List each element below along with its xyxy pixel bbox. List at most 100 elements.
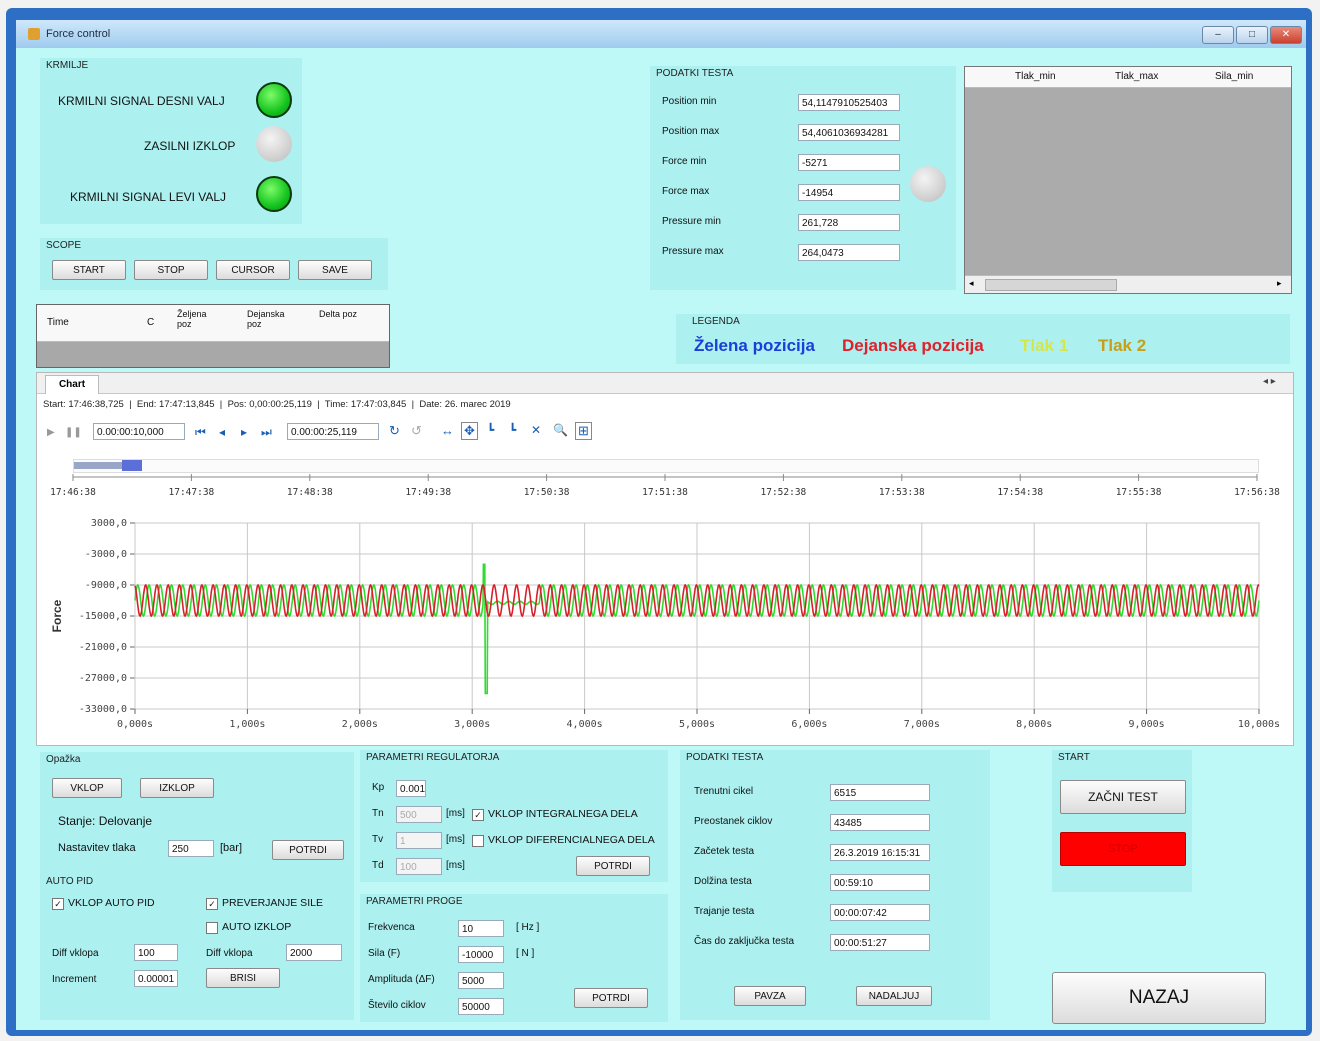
sila-unit: [ N ] [516,948,535,959]
cross-icon[interactable]: ✕ [531,423,541,437]
podatki-top-value[interactable]: 261,728 [798,214,900,231]
podatki-top-title: PODATKI TESTA [656,68,734,79]
diferencial-checkbox[interactable] [472,835,484,847]
scroll-right-icon[interactable]: ▸ [1277,278,1282,289]
reset-icon[interactable]: ↺ [411,423,422,439]
zacni-test-button[interactable]: ZAČNI TEST [1060,780,1186,814]
maximize-button[interactable]: □ [1236,26,1268,44]
axis-x-icon[interactable]: ┗ [487,423,494,437]
overview-tick-label: 17:48:38 [287,487,333,498]
podatki-bottom-label: Trajanje testa [694,906,755,917]
proga-potrdi-button[interactable]: POTRDI [574,988,648,1008]
preverjanje-checkbox[interactable]: ✓ [206,898,218,910]
vklop-auto-checkbox[interactable]: ✓ [52,898,64,910]
col-zeljena: Željena poz [177,309,207,329]
start-title: START [1058,752,1090,763]
podatki-top-value[interactable]: 54,4061036934281 [798,124,900,141]
x-tick-label: 4,000s [567,719,603,730]
kp-input[interactable]: 0.001 [396,780,426,797]
overview-tick-label: 17:47:38 [169,487,215,498]
podatki-top-value[interactable]: -14954 [798,184,900,201]
scope-save-button[interactable]: SAVE [298,260,372,280]
nastavitev-input[interactable]: 250 [168,840,214,857]
zoom-icon[interactable]: 🔍 [553,423,568,437]
podatki-top-value[interactable]: -5271 [798,154,900,171]
scope-cursor-button[interactable]: CURSOR [216,260,290,280]
close-button[interactable]: ✕ [1270,26,1302,44]
diff-vklopa2-input[interactable]: 2000 [286,944,342,961]
play-icon[interactable]: ▶ [47,427,55,438]
podatki-bottom-value[interactable]: 00:59:10 [830,874,930,891]
scope-stop-button[interactable]: STOP [134,260,208,280]
podatki-bottom-value[interactable]: 26.3.2019 16:15:31 [830,844,930,861]
podatki-bottom-value[interactable]: 6515 [830,784,930,801]
horizontal-scrollbar[interactable]: ◂ ▸ [965,275,1291,293]
scroll-left-icon[interactable]: ◂ [969,278,974,289]
podatki-bottom-label: Trenutni cikel [694,786,754,797]
auto-izklop-checkbox[interactable] [206,922,218,934]
scroll-thumb[interactable] [985,279,1117,291]
increment-label: Increment [52,974,97,985]
cursor-table[interactable]: Time C Željena poz Dejanska poz Delta po… [36,304,390,368]
increment-input[interactable]: 0.00001 [134,970,178,987]
date-value: 26. marec 2019 [444,399,511,410]
autopid-group: AUTO PID ✓ VKLOP AUTO PID ✓ PREVERJANJE … [40,874,354,1020]
nadaljuj-button[interactable]: NADALJUJ [856,986,932,1006]
axis-y-icon[interactable]: ┗ [509,423,516,437]
integral-checkbox[interactable]: ✓ [472,809,484,821]
izklop-button[interactable]: IZKLOP [140,778,214,798]
podatki-top-value[interactable]: 54,1147910525403 [798,94,900,111]
pavza-button[interactable]: PAVZA [734,986,806,1006]
vklop-button[interactable]: VKLOP [52,778,122,798]
prev-icon[interactable]: ◂ [219,425,225,439]
td-input[interactable]: 100 [396,858,442,875]
overview-tick-label: 17:54:38 [997,487,1043,498]
diferencial-label: VKLOP DIFERENCIALNEGA DELA [488,834,655,846]
col-tlak-max: Tlak_max [1115,71,1159,82]
frekvenca-input[interactable]: 10 [458,920,504,937]
first-icon[interactable]: ⏮ [195,425,206,440]
force-chart[interactable]: 3000,0 -3000,0 -9000,0 -15000,0 -21000,0 -270… [37,509,1293,743]
pos-input[interactable]: 0.00:00:25,119 [287,423,379,440]
opazka-potrdi-button[interactable]: POTRDI [272,840,344,860]
podatki-bottom-label: Začetek testa [694,846,755,857]
nazaj-button[interactable]: NAZAJ [1052,972,1266,1024]
podatki-bottom-value[interactable]: 43485 [830,814,930,831]
next-icon[interactable]: ▸ [241,425,247,439]
move-icon[interactable]: ✥ [461,422,478,440]
podatki-bottom-value[interactable]: 00:00:51:27 [830,934,930,951]
overview-track[interactable] [73,459,1259,473]
minimize-button[interactable]: – [1202,26,1234,44]
regulator-potrdi-button[interactable]: POTRDI [576,856,650,876]
sila-input[interactable]: -10000 [458,946,504,963]
tn-input[interactable]: 500 [396,806,442,823]
col-time: Time [47,317,69,328]
chart-tab[interactable]: Chart [45,375,99,394]
data-grid-header: Tlak_min Tlak_max Sila_min [965,67,1291,88]
data-grid[interactable]: Tlak_min Tlak_max Sila_min ◂ ▸ [964,66,1292,294]
signal-right-label: KRMILNI SIGNAL DESNI VALJ [58,94,225,108]
overview-handle[interactable] [122,460,142,471]
scope-start-button[interactable]: START [52,260,126,280]
amplituda-input[interactable]: 5000 [458,972,504,989]
overview-tick-label: 17:46:38 [50,487,96,498]
podatki-bottom-value[interactable]: 00:00:07:42 [830,904,930,921]
diff-vklopa-input[interactable]: 100 [134,944,178,961]
span-input[interactable]: 0.00:00:10,000 [93,423,185,440]
legend-zeljena: Želena pozicija [694,336,815,355]
fit-icon[interactable]: ⊞ [575,422,592,440]
tab-scroll-icon[interactable]: ◂ ▸ [1263,376,1276,387]
tv-input[interactable]: 1 [396,832,442,849]
refresh-icon[interactable]: ↻ [389,423,400,439]
col-c: C [147,317,155,328]
pan-icon[interactable]: ↔ [441,423,454,438]
pause-icon[interactable]: ❚❚ [65,427,82,438]
col-dejanska: Dejanska poz [247,309,285,329]
overview-tick-label: 17:50:38 [524,487,570,498]
test-stop-button[interactable]: STOP [1060,832,1186,866]
podatki-top-value[interactable]: 264,0473 [798,244,900,261]
brisi-button[interactable]: BRISI [206,968,280,988]
signal-right-led [256,82,292,118]
stevilo-input[interactable]: 50000 [458,998,504,1015]
last-icon[interactable]: ⏭ [261,425,272,440]
